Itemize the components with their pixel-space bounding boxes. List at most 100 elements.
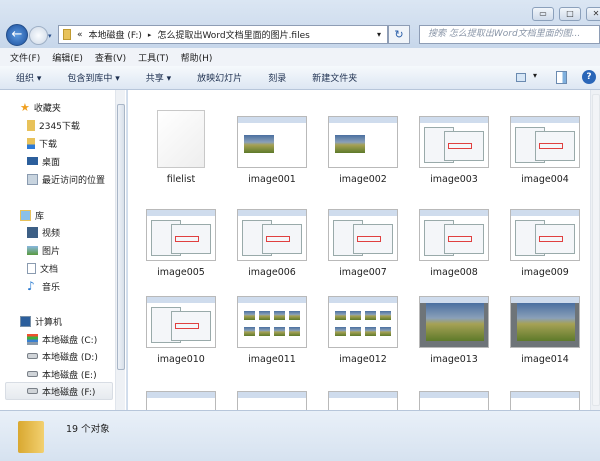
menu-bar: 文件(F) 编辑(E) 查看(V) 工具(T) 帮助(H) [0,48,600,66]
slideshow-button[interactable]: 放映幻灯片 [197,71,242,84]
back-button[interactable]: ← [6,24,28,46]
nav-item-2345-downloads[interactable]: 2345下载 [27,118,80,132]
drive-icon [27,388,38,394]
scroll-track[interactable] [592,94,600,406]
file-item[interactable]: image013 [409,296,499,365]
file-name: image001 [248,174,296,185]
file-item[interactable] [227,391,317,410]
minimize-button[interactable]: ▭ [532,7,554,21]
file-item[interactable]: image008 [409,209,499,278]
nav-libraries[interactable]: 库 [20,208,44,222]
file-item[interactable] [409,391,499,410]
nav-label: 最近访问的位置 [42,175,106,186]
image-thumbnail [328,116,398,168]
file-item[interactable]: image007 [318,209,408,278]
nav-item-downloads[interactable]: 下载 [27,136,57,150]
file-item[interactable]: image004 [500,116,590,185]
image-thumbnail [146,209,216,261]
recent-places-icon [27,173,38,185]
menu-file[interactable]: 文件(F) [10,51,40,64]
file-item[interactable]: image009 [500,209,590,278]
share-button[interactable]: 共享 ▾ [146,71,171,84]
menu-tools[interactable]: 工具(T) [138,51,169,64]
breadcrumb-drive[interactable]: 本地磁盘 (F:) [89,28,142,41]
folder-large-icon [18,421,44,453]
file-item[interactable] [136,391,226,410]
address-bar[interactable]: « 本地磁盘 (F:) ▸ 怎么提取出Word文档里面的图片.files ▾ [58,25,388,44]
burn-button[interactable]: 刻录 [268,71,286,84]
nav-item-drive-c[interactable]: 本地磁盘 (C:) [27,332,97,346]
file-item[interactable]: image003 [409,116,499,185]
image-thumbnail [328,391,398,410]
address-dropdown[interactable]: ▾ [377,30,381,39]
content-scrollbar[interactable] [590,90,600,410]
nav-label: 本地磁盘 (E:) [42,370,97,381]
view-dropdown[interactable]: ▾ [533,71,537,80]
view-options-icon[interactable] [516,73,526,82]
breadcrumb-overflow[interactable]: « [77,30,83,40]
file-name: image013 [430,354,478,365]
nav-item-drive-d[interactable]: 本地磁盘 (D:) [27,349,98,363]
file-item[interactable] [500,391,590,410]
nav-computer[interactable]: 计算机 [20,314,62,328]
nav-label: 桌面 [42,157,61,168]
nav-item-drive-f[interactable]: 本地磁盘 (F:) [27,384,95,398]
maximize-button[interactable]: □ [559,7,581,21]
image-thumbnail [510,296,580,348]
breadcrumb-folder[interactable]: 怎么提取出Word文档里面的图片.files [157,28,309,41]
image-thumbnail [419,116,489,168]
menu-edit[interactable]: 编辑(E) [52,51,83,64]
file-item[interactable]: image012 [318,296,408,365]
close-button[interactable]: ✕ [586,7,600,21]
folder-icon [27,119,35,131]
image-thumbnail [237,391,307,410]
include-in-library-button[interactable]: 包含到库中 ▾ [67,71,119,84]
menu-view[interactable]: 查看(V) [95,51,126,64]
nav-scrollbar[interactable] [115,90,125,410]
file-list: filelist image001 image002 image003 image004… [128,90,590,410]
help-icon[interactable]: ? [582,70,596,84]
nav-item-music[interactable]: ♪ 音乐 [27,279,60,293]
image-thumbnail [328,209,398,261]
image-thumbnail [419,296,489,348]
image-thumbnail [419,209,489,261]
nav-item-desktop[interactable]: 桌面 [27,154,60,168]
file-item[interactable]: image002 [318,116,408,185]
image-thumbnail [146,391,216,410]
file-item[interactable]: image014 [500,296,590,365]
new-folder-button[interactable]: 新建文件夹 [312,71,357,84]
organize-button[interactable]: 组织 ▾ [16,71,41,84]
file-item[interactable]: image006 [227,209,317,278]
recent-pages-icon[interactable]: ▾ [48,32,52,40]
nav-label: 音乐 [42,282,61,293]
nav-favorites[interactable]: ★ 收藏夹 [20,100,61,114]
file-name: image003 [430,174,478,185]
nav-item-recent-places[interactable]: 最近访问的位置 [27,172,105,186]
file-name: image004 [521,174,569,185]
forward-button[interactable] [29,26,48,45]
file-name: image006 [248,267,296,278]
nav-item-drive-e[interactable]: 本地磁盘 (E:) [27,367,97,381]
star-icon: ★ [20,100,30,114]
file-item[interactable]: image010 [136,296,226,365]
nav-label: 2345下载 [39,121,80,132]
file-name: image007 [339,267,387,278]
file-item[interactable]: image011 [227,296,317,365]
file-item[interactable]: image001 [227,116,317,185]
image-thumbnail [237,296,307,348]
breadcrumb-separator[interactable]: ▸ [148,31,152,39]
system-drive-icon [27,333,38,345]
file-item[interactable]: filelist [136,110,226,185]
nav-item-documents[interactable]: 文档 [27,261,58,275]
nav-label: 本地磁盘 (F:) [42,387,96,398]
menu-help[interactable]: 帮助(H) [181,51,213,64]
file-item[interactable] [318,391,408,410]
file-item[interactable]: image005 [136,209,226,278]
nav-label: 本地磁盘 (C:) [42,335,98,346]
search-input[interactable]: 搜索 怎么提取出Word文档里面的图... [419,25,600,44]
preview-pane-icon[interactable] [556,71,567,84]
scroll-thumb[interactable] [117,104,125,370]
nav-item-pictures[interactable]: 图片 [27,243,60,257]
nav-item-videos[interactable]: 视频 [27,225,60,239]
refresh-button[interactable]: ↻ [388,25,410,44]
